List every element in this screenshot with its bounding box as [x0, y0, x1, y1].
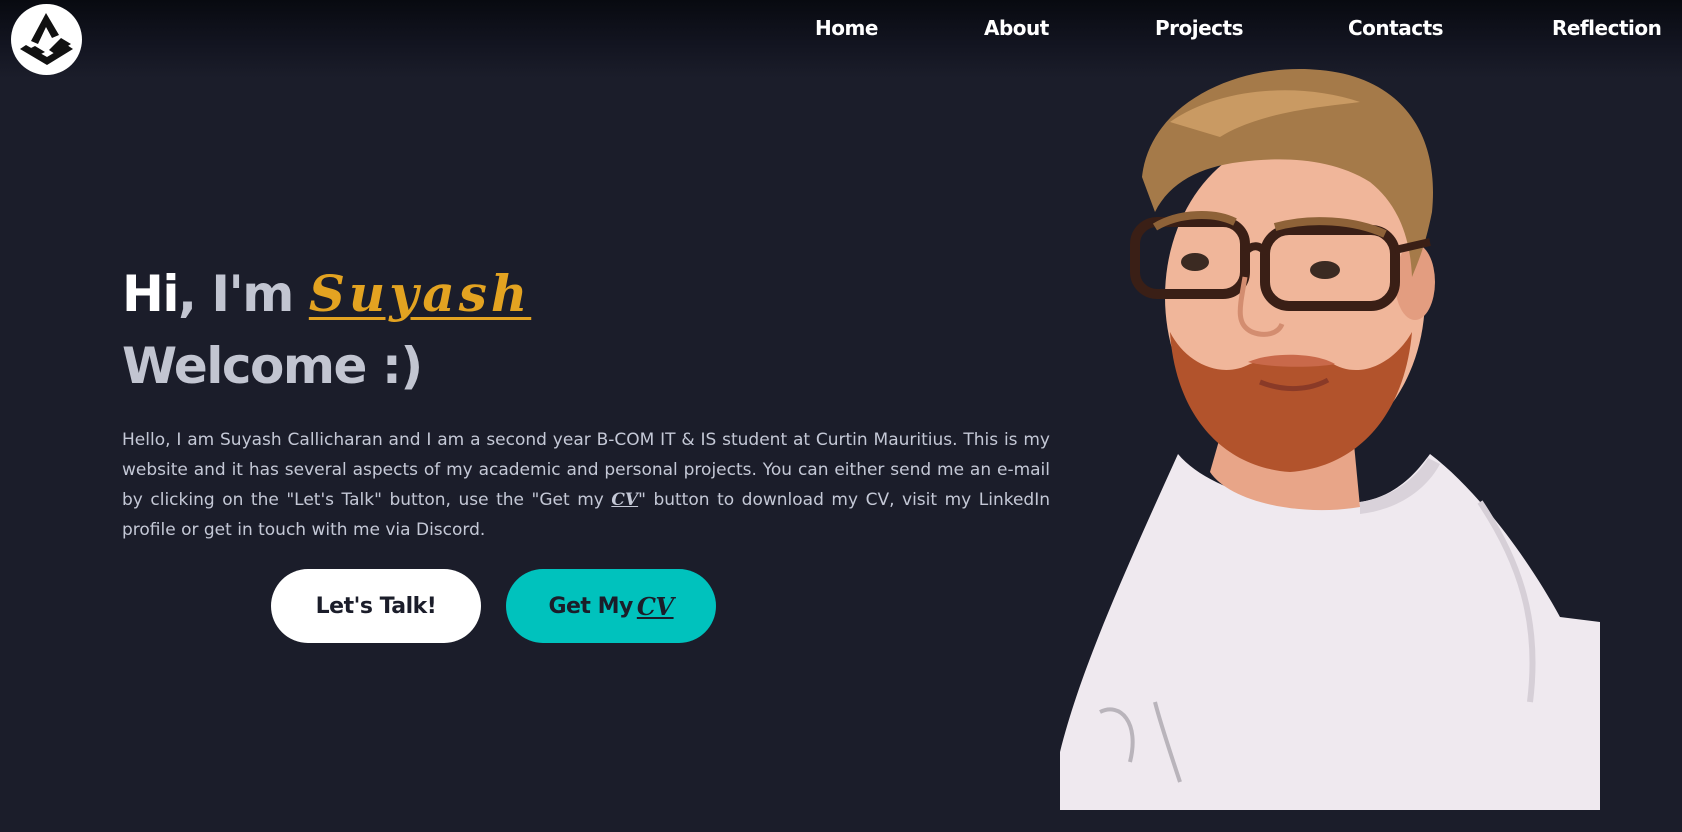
nav-link-reflection[interactable]: Reflection — [1552, 16, 1662, 40]
hero-title: Hi, I'm Suyash Welcome :) — [122, 258, 531, 402]
get-cv-button[interactable]: Get My CV — [506, 569, 716, 643]
site-logo-icon[interactable] — [11, 4, 82, 75]
page: Home About Projects Contacts Reflection … — [0, 0, 1682, 832]
get-cv-label: Get My — [548, 593, 633, 619]
nav-link-projects[interactable]: Projects — [1155, 16, 1244, 40]
bio-paragraph: Hello, I am Suyash Callicharan and I am … — [122, 425, 1050, 545]
bio-cv-highlight: CV — [611, 490, 639, 510]
greeting-hi: Hi — [122, 265, 179, 323]
greeting-rest: , I'm — [177, 265, 309, 323]
nav-link-contacts[interactable]: Contacts — [1348, 16, 1444, 40]
nav-link-about[interactable]: About — [984, 16, 1049, 40]
hero-name: Suyash — [308, 264, 532, 323]
lets-talk-button[interactable]: Let's Talk! — [271, 569, 481, 643]
profile-photo — [1060, 62, 1600, 810]
profile-photo-illustration — [1060, 68, 1600, 810]
get-cv-emphasis: CV — [636, 591, 674, 621]
nav-link-home[interactable]: Home — [815, 16, 878, 40]
logo-graphic — [11, 4, 82, 75]
welcome-text: Welcome :) — [122, 337, 423, 395]
